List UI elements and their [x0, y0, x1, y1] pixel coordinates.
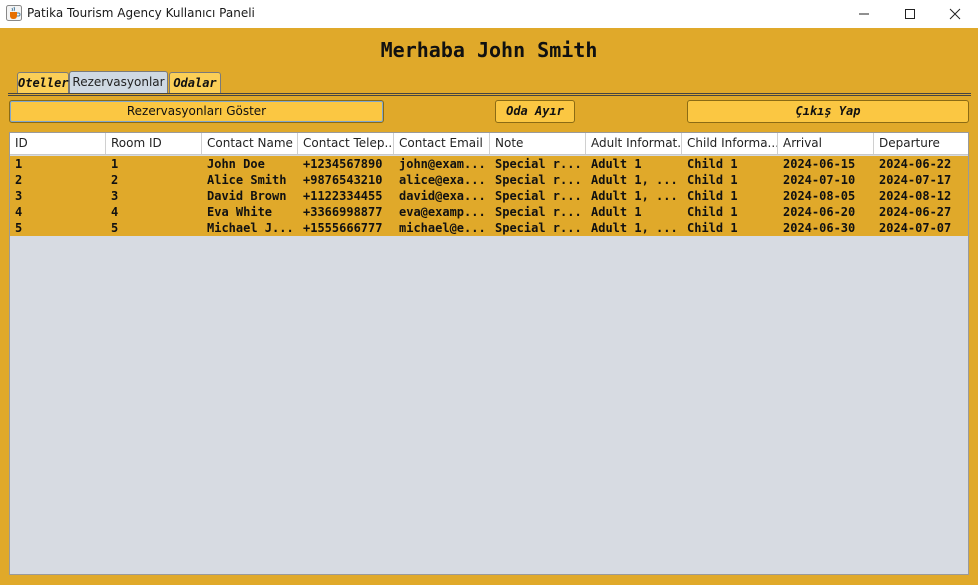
cell-note: Special r... — [495, 173, 582, 187]
cell-arrival: 2024-06-30 — [783, 221, 856, 235]
cell-arrival: 2024-06-20 — [783, 205, 856, 219]
maximize-button[interactable] — [887, 0, 933, 28]
tab-oteller[interactable]: Oteller — [17, 72, 69, 94]
greeting-label: Merhaba John Smith — [380, 38, 598, 62]
cell-contact-name: Eva White — [207, 205, 273, 219]
column-header-contact-name[interactable]: Contact Name — [202, 133, 298, 154]
cell-adult-info: Adult 1, ... — [591, 189, 678, 203]
cell-contact-name: Michael J... — [207, 221, 294, 235]
cell-room-id: 3 — [111, 189, 119, 203]
cell-contact-name: Alice Smith — [207, 173, 287, 187]
cell-contact-phone: +3366998877 — [303, 205, 383, 219]
table-header: ID Room ID Contact Name Contact Telep...… — [10, 133, 968, 155]
title-bar: Patika Tourism Agency Kullanıcı Paneli — [0, 0, 978, 28]
column-header-child-info[interactable]: Child Informa... — [682, 133, 778, 154]
cell-arrival: 2024-07-10 — [783, 173, 856, 187]
cell-adult-info: Adult 1 — [591, 205, 642, 219]
column-header-note[interactable]: Note — [490, 133, 586, 154]
cell-id: 5 — [15, 221, 23, 235]
cell-note: Special r... — [495, 221, 582, 235]
minimize-button[interactable] — [841, 0, 887, 28]
cell-departure: 2024-07-17 — [879, 173, 952, 187]
column-header-room-id[interactable]: Room ID — [106, 133, 202, 154]
column-header-id[interactable]: ID — [10, 133, 106, 154]
cell-adult-info: Adult 1, ... — [591, 221, 678, 235]
reservations-table[interactable]: ID Room ID Contact Name Contact Telep...… — [9, 132, 969, 575]
cell-contact-email: michael@e... — [399, 221, 486, 235]
cell-contact-name: John Doe — [207, 157, 265, 171]
cell-contact-phone: +1234567890 — [303, 157, 383, 171]
close-icon — [949, 8, 961, 20]
cell-id: 3 — [15, 189, 23, 203]
cell-id: 2 — [15, 173, 23, 187]
cell-room-id: 4 — [111, 205, 119, 219]
cell-note: Special r... — [495, 205, 582, 219]
cell-note: Special r... — [495, 157, 582, 171]
cell-contact-email: alice@exa... — [399, 173, 486, 187]
cell-id: 4 — [15, 205, 23, 219]
cell-departure: 2024-08-12 — [879, 189, 952, 203]
cell-contact-phone: +9876543210 — [303, 173, 383, 187]
tab-odalar[interactable]: Odalar — [169, 72, 221, 94]
cell-departure: 2024-07-07 — [879, 221, 952, 235]
close-button[interactable] — [932, 0, 978, 28]
cell-room-id: 5 — [111, 221, 119, 235]
table-row[interactable]: 3 3 David Brown +1122334455 david@exa...… — [10, 188, 968, 204]
table-row[interactable]: 4 4 Eva White +3366998877 eva@examp... S… — [10, 204, 968, 220]
cell-contact-phone: +1555666777 — [303, 221, 383, 235]
cell-contact-email: eva@examp... — [399, 205, 486, 219]
column-header-departure[interactable]: Departure — [874, 133, 968, 154]
cell-child-info: Child 1 — [687, 205, 738, 219]
table-row[interactable]: 2 2 Alice Smith +9876543210 alice@exa...… — [10, 172, 968, 188]
cell-departure: 2024-06-27 — [879, 205, 952, 219]
cell-contact-email: david@exa... — [399, 189, 486, 203]
cell-contact-phone: +1122334455 — [303, 189, 383, 203]
cell-contact-email: john@exam... — [399, 157, 486, 171]
column-header-contact-phone[interactable]: Contact Telep... — [298, 133, 394, 154]
cell-adult-info: Adult 1, ... — [591, 173, 678, 187]
tab-divider — [8, 93, 971, 96]
java-cup-icon — [6, 5, 22, 21]
column-header-arrival[interactable]: Arrival — [778, 133, 874, 154]
column-header-contact-email[interactable]: Contact Email — [394, 133, 490, 154]
cell-child-info: Child 1 — [687, 189, 738, 203]
cell-room-id: 2 — [111, 173, 119, 187]
table-row[interactable]: 1 1 John Doe +1234567890 john@exam... Sp… — [10, 156, 968, 172]
cell-id: 1 — [15, 157, 23, 171]
tab-rezervasyonlar[interactable]: Rezervasyonlar — [69, 71, 168, 94]
minimize-icon — [859, 13, 869, 15]
cell-room-id: 1 — [111, 157, 119, 171]
cell-adult-info: Adult 1 — [591, 157, 642, 171]
logout-button[interactable]: Çıkış Yap — [687, 100, 969, 123]
cell-contact-name: David Brown — [207, 189, 287, 203]
cell-arrival: 2024-06-15 — [783, 157, 856, 171]
assign-room-button[interactable]: Oda Ayır — [495, 100, 575, 123]
cell-note: Special r... — [495, 189, 582, 203]
table-row[interactable]: 5 5 Michael J... +1555666777 michael@e..… — [10, 220, 968, 236]
column-header-adult-info[interactable]: Adult Informat... — [586, 133, 682, 154]
cell-child-info: Child 1 — [687, 157, 738, 171]
cell-child-info: Child 1 — [687, 173, 738, 187]
table-body: 1 1 John Doe +1234567890 john@exam... Sp… — [10, 156, 968, 236]
cell-departure: 2024-06-22 — [879, 157, 952, 171]
maximize-icon — [905, 9, 915, 19]
window-title: Patika Tourism Agency Kullanıcı Paneli — [27, 6, 255, 20]
show-reservations-button[interactable]: Rezervasyonları Göster — [9, 100, 384, 123]
cell-arrival: 2024-08-05 — [783, 189, 856, 203]
cell-child-info: Child 1 — [687, 221, 738, 235]
